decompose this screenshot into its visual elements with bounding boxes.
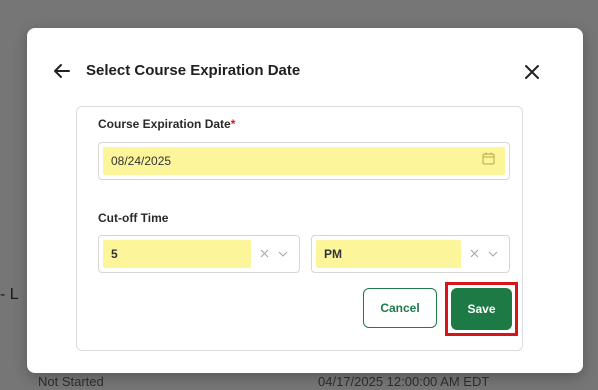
required-asterisk: * xyxy=(230,117,236,131)
expiration-date-label-text: Course Expiration Date xyxy=(98,117,231,131)
hour-select-highlight xyxy=(103,240,251,268)
clear-icon[interactable] xyxy=(470,245,479,263)
modal-title: Select Course Expiration Date xyxy=(86,62,301,79)
expiration-date-input[interactable]: 08/24/2025 xyxy=(98,142,510,180)
chevron-down-icon[interactable] xyxy=(278,245,288,263)
clear-icon[interactable] xyxy=(260,245,269,263)
expiration-date-label: Course Expiration Date* xyxy=(98,117,235,131)
hour-select-value: 5 xyxy=(111,247,118,261)
save-button[interactable]: Save xyxy=(451,288,512,330)
ampm-select-value: PM xyxy=(324,247,342,261)
expiration-date-modal: Select Course Expiration Date Course Exp… xyxy=(27,28,583,373)
expiration-date-value: 08/24/2025 xyxy=(111,154,172,168)
background-text-fragment: - L xyxy=(0,286,19,303)
back-arrow-icon[interactable] xyxy=(51,60,73,82)
cutoff-time-label: Cut-off Time xyxy=(98,211,169,225)
hour-select[interactable]: 5 xyxy=(98,235,300,273)
background-status-text: Not Started xyxy=(38,374,104,389)
chevron-down-icon[interactable] xyxy=(488,245,498,263)
ampm-select[interactable]: PM xyxy=(311,235,510,273)
cancel-button[interactable]: Cancel xyxy=(363,288,437,328)
calendar-icon[interactable] xyxy=(482,152,495,170)
background-date-text: 04/17/2025 12:00:00 AM EDT xyxy=(318,374,490,389)
close-icon[interactable] xyxy=(521,61,543,83)
modal-header: Select Course Expiration Date xyxy=(27,28,583,110)
